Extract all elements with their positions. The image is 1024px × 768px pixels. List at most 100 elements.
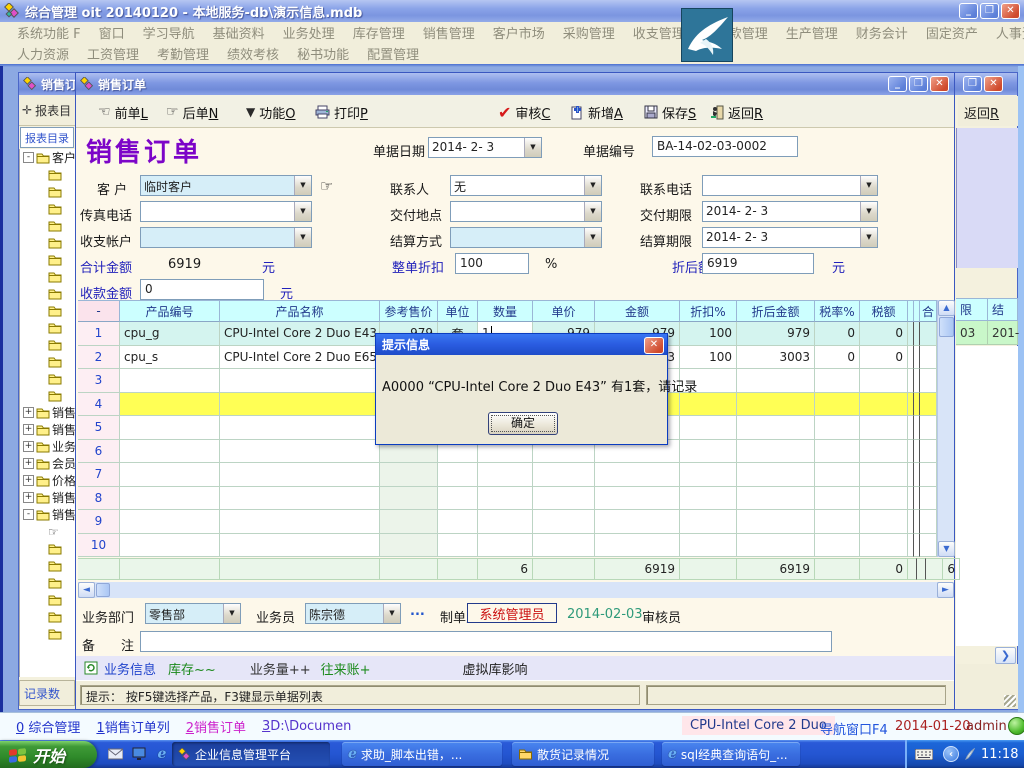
chevron-down-icon[interactable]: ▼ [860,176,877,195]
scroll-right-icon[interactable]: ► [937,582,954,598]
table-cell[interactable] [920,393,937,417]
table-row[interactable]: 7 [78,463,937,487]
table-cell[interactable] [815,487,860,511]
grid-header-cell[interactable]: 单价 [533,300,595,322]
table-cell[interactable] [380,534,438,558]
menu-item[interactable]: 工资管理 [78,42,148,65]
phone-combo[interactable]: ▼ [702,175,878,196]
table-cell[interactable] [120,463,220,487]
table-cell[interactable]: 979 [737,322,815,346]
table-cell[interactable] [595,463,680,487]
tree-item[interactable]: -销售 [20,506,75,523]
table-cell[interactable] [920,487,937,511]
minimize-icon[interactable]: _ [888,76,907,92]
minimize-icon[interactable]: _ [959,3,978,19]
menu-item[interactable]: 基础资料 [204,21,274,44]
scroll-down-icon[interactable]: ▼ [938,541,955,557]
expand-icon[interactable]: + [23,441,34,452]
table-cell[interactable] [680,510,737,534]
scroll-right-icon[interactable]: ❯ [995,647,1016,664]
tree-item[interactable] [20,370,75,387]
list-return-button[interactable]: 返回R [958,96,1018,126]
table-cell[interactable]: 9 [78,510,120,534]
menu-item[interactable]: 销售管理 [414,21,484,44]
grid-header-cell[interactable]: 金额 [595,300,680,322]
menu-item[interactable]: 人事资料 [987,21,1024,44]
chevron-down-icon[interactable]: ▼ [584,176,601,195]
table-cell[interactable]: CPU-Intel Core 2 Duo E65 [220,346,380,370]
table-cell[interactable] [533,487,595,511]
grid-horizontal-scrollbar[interactable]: ◄ ► [78,582,954,598]
table-cell[interactable] [860,369,908,393]
table-cell[interactable] [737,416,815,440]
table-cell[interactable] [380,510,438,534]
start-button[interactable]: 开始 [0,741,97,768]
table-cell[interactable] [920,346,937,370]
taskbar-task-button[interactable]: e求助_脚本出错，... [342,742,502,766]
table-row[interactable]: 9 [78,510,937,534]
grid-header-cell[interactable]: 产品编号 [120,300,220,322]
table-cell[interactable] [120,369,220,393]
table-cell[interactable] [478,463,533,487]
table-cell[interactable] [438,510,478,534]
tree-item[interactable]: +会员 [20,455,75,472]
menu-item[interactable]: 系统功能 F [8,21,90,44]
tree-item[interactable] [20,302,75,319]
table-cell[interactable] [680,534,737,558]
grid-header-cell[interactable]: 单位 [438,300,478,322]
table-cell[interactable] [380,463,438,487]
table-cell[interactable]: 0 [815,322,860,346]
doc-date-combo[interactable]: 2014- 2- 3▼ [428,137,542,158]
table-cell[interactable]: 3003 [737,346,815,370]
sidebar-header[interactable]: ✛报表目 [19,95,75,126]
after-discount-input[interactable]: 6919 [702,253,814,274]
table-cell[interactable]: CPU-Intel Core 2 Duo E43 [220,322,380,346]
table-cell[interactable] [815,534,860,558]
menu-item[interactable]: 财务会计 [847,21,917,44]
table-cell[interactable] [815,393,860,417]
dept-combo[interactable]: 零售部▼ [145,603,241,624]
table-cell[interactable] [680,463,737,487]
tray-chevron-icon[interactable]: ‹ [943,746,959,762]
chevron-down-icon[interactable]: ▼ [294,176,311,195]
grid-header-cell[interactable]: 数量 [478,300,533,322]
table-cell[interactable] [920,510,937,534]
close-icon[interactable]: ✕ [1001,3,1020,19]
table-cell[interactable] [737,369,815,393]
close-icon[interactable]: ✕ [984,76,1003,92]
table-cell[interactable] [680,416,737,440]
remark-input[interactable] [140,631,832,652]
tree-item[interactable]: +销售 [20,489,75,506]
tree-item[interactable]: +业务 [20,438,75,455]
expand-icon[interactable]: + [23,475,34,486]
tree-item[interactable] [20,251,75,268]
scroll-thumb[interactable] [939,317,954,337]
table-cell[interactable]: 0 [860,346,908,370]
table-cell[interactable] [815,440,860,464]
grid-header-cell[interactable]: 折扣% [680,300,737,322]
chevron-down-icon[interactable]: ▼ [524,138,541,157]
table-cell[interactable] [438,534,478,558]
table-cell[interactable] [595,534,680,558]
tree-item[interactable]: +销售 [20,421,75,438]
add-new-button[interactable]: 新增A [566,101,627,123]
expand-icon[interactable]: + [23,424,34,435]
grid-header-cell[interactable]: 合 [920,300,937,322]
table-cell[interactable] [533,463,595,487]
chevron-down-icon[interactable]: ▼ [584,202,601,221]
table-cell[interactable] [737,510,815,534]
chevron-down-icon[interactable]: ▼ [294,228,311,247]
table-cell[interactable] [680,487,737,511]
table-cell[interactable] [220,369,380,393]
tree-item[interactable]: -客户 [20,149,75,166]
taskbar-task-button[interactable]: esql经典查询语句_... [662,742,800,766]
tree-item[interactable] [20,557,75,574]
menu-item[interactable]: 生产管理 [777,21,847,44]
fax-combo[interactable]: ▼ [140,201,312,222]
keyboard-icon[interactable] [915,749,933,760]
scroll-thumb[interactable] [96,583,110,597]
expand-icon[interactable]: + [23,458,34,469]
tree-item[interactable]: +价格 [20,472,75,489]
chevron-down-icon[interactable]: ▼ [860,202,877,221]
table-cell[interactable] [680,393,737,417]
